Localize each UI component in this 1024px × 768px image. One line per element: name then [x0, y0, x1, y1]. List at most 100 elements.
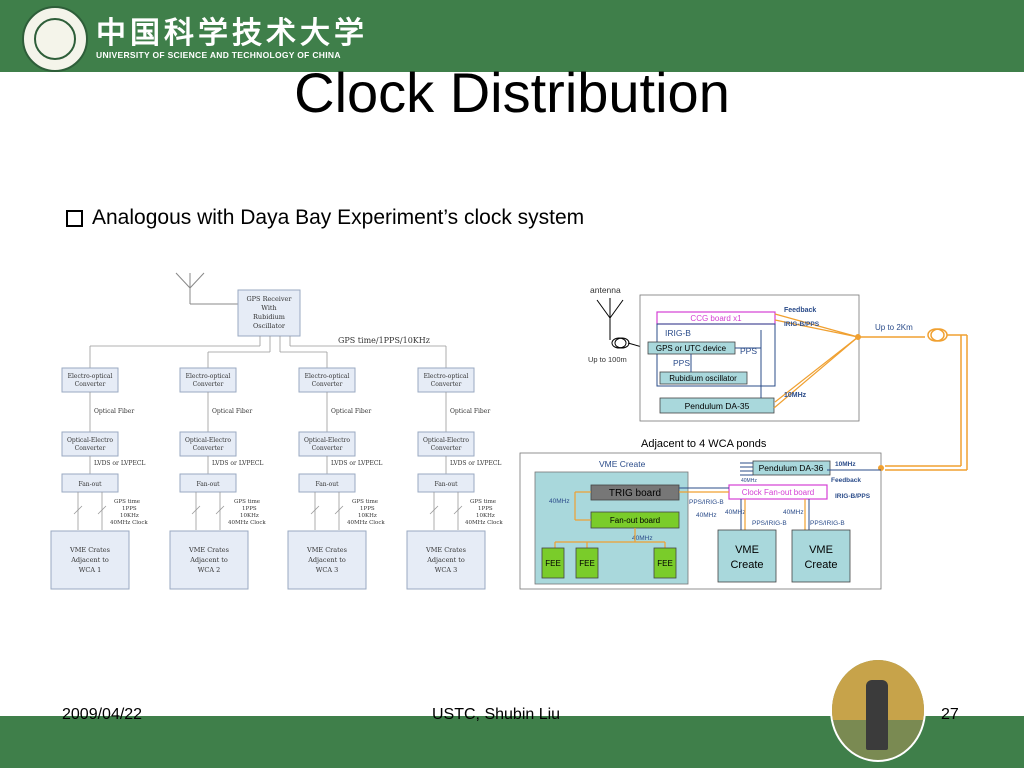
clock-3-line1: GPS time [352, 499, 378, 505]
clock-4-line2: 1PPS [478, 506, 493, 512]
fee-label-2: FEE [579, 559, 595, 568]
university-name-chinese: 中国科学技术大学 [96, 16, 368, 51]
fortymhz-d-label: 40MHz [783, 509, 804, 516]
pps-label-left: PPS [673, 358, 690, 368]
clock-tree-diagram: GPS Receiver With Rubidium Oscillator GP… [50, 272, 503, 590]
eo-converter-4-line2: Converter [431, 381, 462, 388]
eo-converter-3-line1: Electro-optical [305, 373, 350, 380]
fortymhz-b-label: 40MHz [696, 512, 717, 519]
clock-4-line4: 40MHz Clock [465, 520, 503, 526]
up-to-2km-label: Up to 2Km [875, 323, 913, 332]
oe-converter-1-line2: Converter [75, 445, 106, 452]
tenmhz-lower-label: 10MHz [835, 461, 856, 468]
fortymhz-a-label: 40MHz [549, 498, 570, 505]
clock-3-line3: 10KHz [358, 513, 377, 519]
clock-lines-3 [310, 492, 344, 530]
lvds-label-2: LVDS or LVPECL [212, 460, 263, 467]
column-1: Electro-optical Converter Optical Fiber … [50, 367, 148, 590]
feedback-label: Feedback [784, 307, 816, 314]
gps-utc-label: GPS or UTC device [656, 344, 727, 353]
eo-converter-1 [61, 367, 119, 393]
trig-board-label: TRIG board [609, 488, 661, 499]
vme-crate-1-line1: VME Crates [69, 546, 110, 554]
clock-1-line4: 40MHz Clock [110, 520, 148, 526]
oe-converter-4-line1: Optical-Electro [423, 437, 469, 444]
gps-receiver-line2: With [261, 304, 276, 312]
slide-title: Clock Distribution [294, 61, 730, 124]
adjacent-caption: Adjacent to 4 WCA ponds [641, 438, 767, 450]
irig-b-label: IRIG-B [665, 328, 691, 338]
column-4: Electro-optical Converter Optical Fiber … [406, 367, 503, 590]
oe-converter-1-line1: Optical-Electro [67, 437, 113, 444]
bullet-box-icon [66, 209, 83, 227]
eo-converter-2-line1: Electro-optical [186, 373, 231, 380]
lvds-label-1: LVDS or LVPECL [94, 460, 145, 467]
vme-create-2-line2: Create [804, 559, 837, 571]
oe-converter-2 [179, 431, 237, 457]
daya-bay-clock-diagram: antenna Up to 100m CCG board x1 IRIG-B G… [519, 285, 968, 590]
feedback-lower-label: Feedback [831, 477, 861, 484]
tenmhz-label: 10MHz [784, 392, 807, 399]
gps-receiver-line3: Rubidium [253, 313, 285, 321]
clock-lines-2 [191, 492, 225, 530]
oe-converter-2-line2: Converter [193, 445, 224, 452]
vme-crate-2-line1: VME Crates [188, 546, 229, 554]
vme-crate-4-line2: Adjacent to [426, 556, 465, 564]
oe-converter-3-line1: Optical-Electro [304, 437, 350, 444]
eo-converter-3 [298, 367, 356, 393]
gps-receiver-line4: Oscillator [253, 322, 286, 330]
fiber-label-2: Optical Fiber [212, 408, 252, 415]
vme-crate-3-line2: Adjacent to [307, 556, 346, 564]
eo-converter-4 [417, 367, 475, 393]
vme-create-1-line2: Create [730, 559, 763, 571]
fiber-label-4: Optical Fiber [450, 408, 490, 415]
clock-lines-4 [429, 492, 463, 530]
vme-crate-3-line3: WCA 3 [316, 566, 339, 574]
clock-2-line2: 1PPS [242, 506, 257, 512]
fortymhz-small-label: 40MHz [741, 478, 757, 484]
eo-converter-1-line2: Converter [75, 381, 106, 388]
footer-author: USTC, Shubin Liu [432, 706, 561, 723]
fiber-label-3: Optical Fiber [331, 408, 371, 415]
campus-statue-photo [830, 658, 926, 762]
column-2: Electro-optical Converter Optical Fiber … [169, 367, 266, 590]
oe-converter-4 [417, 431, 475, 457]
lvds-label-4: LVDS or LVPECL [450, 460, 501, 467]
bullet-text: Analogous with Daya Bay Experiment’s clo… [92, 206, 585, 229]
clock-2-line3: 10KHz [240, 513, 259, 519]
clock-2-line1: GPS time [234, 499, 260, 505]
eo-converter-3-line2: Converter [312, 381, 343, 388]
vme-crate-1-line2: Adjacent to [70, 556, 109, 564]
fanout-2-label: Fan-out [196, 481, 220, 488]
fanout-3-label: Fan-out [315, 481, 339, 488]
footer-page-number: 27 [941, 706, 959, 723]
vme-crate-2-line2: Adjacent to [189, 556, 228, 564]
eo-converter-2-line2: Converter [193, 381, 224, 388]
lvds-label-3: LVDS or LVPECL [331, 460, 382, 467]
vme-create-box-1 [717, 529, 777, 583]
gps-receiver-line1: GPS Receiver [246, 295, 292, 303]
footer-date: 2009/04/22 [62, 706, 143, 723]
fanout-board-label: Fan-out board [610, 516, 660, 525]
fiber-label-1: Optical Fiber [94, 408, 134, 415]
clock-1-line1: GPS time [114, 499, 140, 505]
fee-label-1: FEE [545, 559, 561, 568]
eo-converter-1-line1: Electro-optical [68, 373, 113, 380]
fanout-1-label: Fan-out [78, 481, 102, 488]
clock-lines-1 [73, 492, 107, 530]
antenna-icon [175, 272, 240, 305]
vme-crate-2-line3: WCA 2 [198, 566, 221, 574]
clock-1-line3: 10KHz [120, 513, 139, 519]
clock-4-line1: GPS time [470, 499, 496, 505]
pendulum35-label: Pendulum DA-35 [685, 401, 750, 411]
vme-crate-4-line1: VME Crates [425, 546, 466, 554]
irig-pps-label: IRIG-B/PPS [784, 321, 820, 328]
oe-converter-3-line2: Converter [312, 445, 343, 452]
vme-create-2-line1: VME [809, 544, 833, 556]
oe-converter-2-line1: Optical-Electro [185, 437, 231, 444]
clock-3-line4: 40MHz Clock [347, 520, 385, 526]
junction-dot-upper [855, 334, 861, 340]
clock-1-line2: 1PPS [122, 506, 137, 512]
long-fiber-link [858, 328, 968, 471]
fanout-4-label: Fan-out [434, 481, 458, 488]
